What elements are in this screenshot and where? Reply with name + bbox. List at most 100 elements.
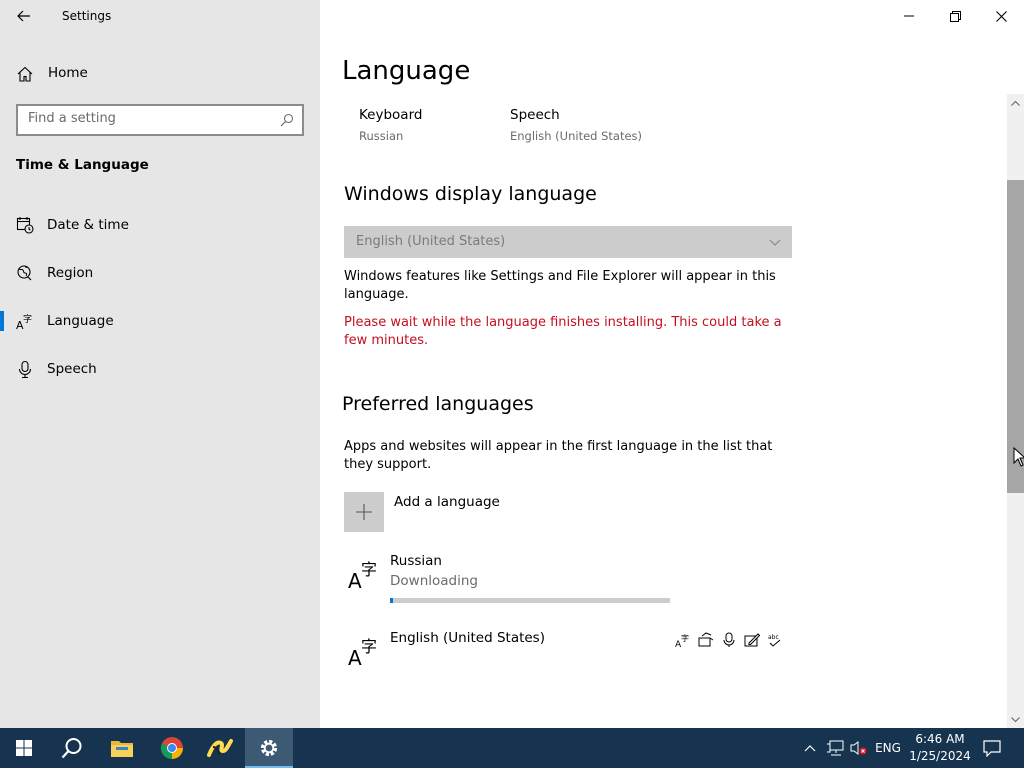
svg-text:字: 字 (361, 637, 377, 656)
globe-icon (17, 265, 32, 281)
search-icon (61, 738, 82, 759)
language-status: Downloading (390, 573, 478, 589)
back-button[interactable] (12, 6, 36, 26)
file-explorer-icon (111, 741, 133, 757)
svg-text:字: 字 (681, 633, 689, 643)
search-box (16, 104, 304, 136)
taskbar-search-button[interactable] (48, 728, 96, 768)
sidebar-item-language[interactable]: A字 Language (0, 301, 320, 341)
close-icon (995, 10, 1007, 22)
search-input[interactable] (28, 111, 278, 126)
back-arrow-icon (17, 10, 30, 22)
input-language-indicator[interactable]: ENG (872, 728, 904, 768)
settings-taskbar-button[interactable] (245, 728, 293, 768)
section-title: Time & Language (16, 157, 149, 173)
feature-value: English (United States) (510, 129, 643, 143)
clock-date: 1/25/2024 (909, 749, 971, 763)
sidebar-item-label: Speech (47, 361, 97, 377)
home-icon (17, 66, 33, 82)
feature-name: Speech (510, 107, 560, 123)
sidebar-item-label: Language (47, 313, 114, 329)
app-title: Settings (62, 9, 112, 23)
clock[interactable]: 6:46 AM 1/25/2024 (906, 731, 974, 765)
display-language-dropdown[interactable]: English (United States) (344, 226, 792, 258)
calendar-clock-icon (16, 217, 34, 234)
sidebar-item-speech[interactable]: Speech (0, 349, 320, 389)
network-icon (827, 740, 844, 756)
preferred-languages-description: Apps and websites will appear in the fir… (344, 439, 773, 472)
spellcheck-icon: abc (767, 632, 783, 648)
scroll-down-button[interactable] (1007, 711, 1024, 728)
page-title: Language (342, 56, 471, 86)
action-center-button[interactable] (978, 728, 1006, 768)
language-feature-icons: A字 abc (675, 632, 783, 650)
svg-text:A: A (348, 646, 362, 668)
volume-muted-icon (850, 741, 867, 755)
text-to-speech-icon (698, 632, 714, 648)
search-icon[interactable] (280, 113, 294, 127)
language-name: English (United States) (390, 630, 545, 646)
svg-text:A: A (348, 569, 362, 591)
language-name: Russian (390, 553, 442, 569)
file-explorer-button[interactable] (98, 728, 146, 768)
vertical-scrollbar[interactable] (1007, 94, 1024, 728)
notification-icon (983, 740, 1001, 757)
svg-text:字: 字 (361, 560, 377, 579)
clock-time: 6:46 AM (915, 732, 965, 746)
language-icon: A字 (16, 313, 32, 330)
feature-value: Russian (359, 129, 404, 143)
handwriting-icon (744, 632, 761, 648)
microphone-icon (18, 360, 32, 378)
dropdown-value: English (United States) (356, 234, 506, 249)
restore-icon (949, 10, 961, 22)
restore-button[interactable] (932, 0, 978, 32)
start-button[interactable] (0, 728, 48, 768)
chevron-down-icon (1011, 716, 1020, 722)
volume-button[interactable] (848, 728, 870, 768)
chrome-button[interactable] (148, 728, 196, 768)
download-progress-bar (390, 598, 670, 603)
mouse-cursor-icon (1013, 447, 1024, 467)
taskbar: ENG 6:46 AM 1/25/2024 (0, 728, 1024, 768)
svg-text:abc: abc (768, 634, 779, 641)
add-language-box (344, 492, 384, 532)
feature-name: Keyboard (359, 107, 423, 123)
svg-text:字: 字 (23, 313, 32, 325)
close-button[interactable] (978, 0, 1024, 32)
main-content: Language Keyboard Russian Speech English… (320, 0, 1024, 728)
display-language-heading: Windows display language (344, 183, 597, 205)
minimize-icon (904, 15, 914, 17)
language-glyph-icon: A字 (348, 637, 377, 668)
scroll-up-button[interactable] (1007, 94, 1024, 111)
sidebar: Settings Home Time & Language Date & tim… (0, 0, 320, 728)
yandex-button[interactable] (196, 728, 244, 768)
language-row-russian[interactable]: A字 Russian Downloading (344, 553, 784, 613)
progress-fill (390, 598, 393, 603)
chevron-up-icon (804, 745, 816, 752)
minimize-button[interactable] (886, 0, 932, 32)
speech-recognition-icon (721, 632, 737, 648)
display-language-description: Windows features like Settings and File … (344, 269, 776, 302)
title-bar: Settings (0, 0, 320, 32)
chevron-down-icon (769, 239, 781, 246)
preferred-languages-heading: Preferred languages (342, 393, 534, 415)
start-icon (16, 740, 32, 756)
feature-keyboard[interactable]: Keyboard Russian (359, 107, 422, 143)
yandex-icon (207, 739, 233, 757)
sidebar-item-home[interactable]: Home (0, 58, 320, 88)
chrome-icon (161, 737, 183, 759)
display-language-icon: A字 (675, 632, 691, 650)
add-language-label: Add a language (394, 494, 500, 510)
chevron-up-icon (1011, 100, 1020, 106)
feature-speech[interactable]: Speech English (United States) (510, 107, 642, 143)
sidebar-item-label: Region (47, 265, 94, 281)
sidebar-item-label: Date & time (47, 217, 129, 233)
install-warning: Please wait while the language finishes … (344, 315, 782, 348)
show-hidden-icons-button[interactable] (800, 728, 820, 768)
plus-icon (356, 504, 372, 520)
language-glyph-icon: A字 (348, 560, 377, 591)
network-button[interactable] (824, 728, 846, 768)
settings-icon (260, 739, 278, 757)
sidebar-item-region[interactable]: Region (0, 253, 320, 293)
sidebar-item-date-time[interactable]: Date & time (0, 205, 320, 245)
